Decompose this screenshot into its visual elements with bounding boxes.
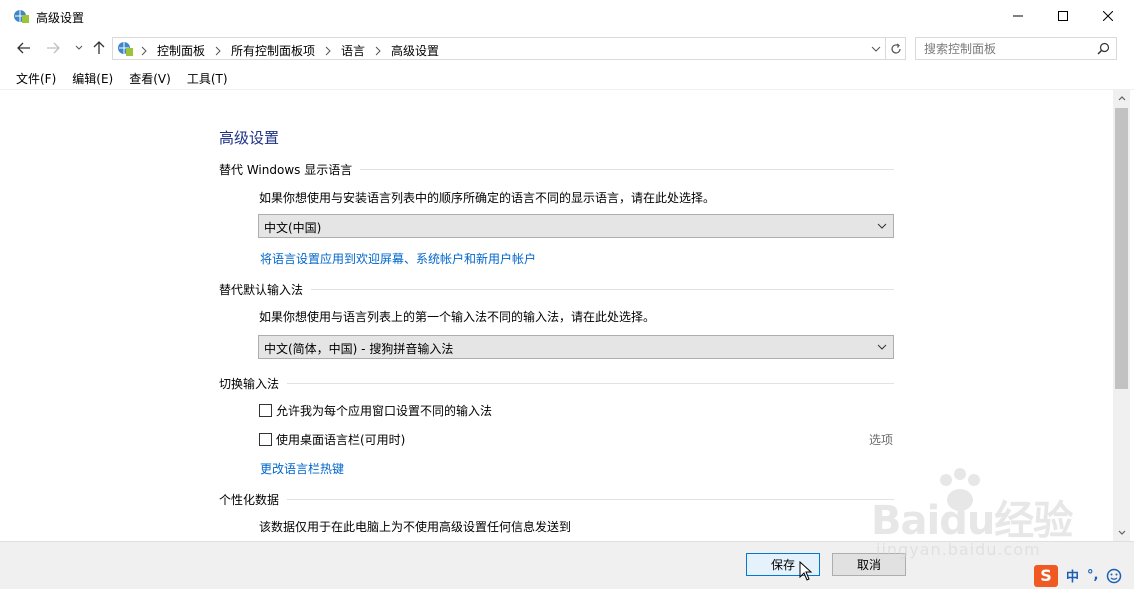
up-arrow-icon [93,41,105,54]
refresh-icon [890,43,901,54]
close-button[interactable] [1085,0,1131,32]
default-input-description: 如果你想使用与语言列表上的第一个输入法不同的输入法，请在此处选择。 [259,310,656,324]
search-icon[interactable] [1097,42,1110,55]
display-language-select[interactable]: 中文(中国) [258,214,894,238]
chevron-right-icon [215,46,221,55]
scroll-down-button[interactable] [1113,524,1130,541]
menu-tools[interactable]: 工具(T) [179,67,236,89]
menu-edit[interactable]: 编辑(E) [64,67,121,89]
up-button[interactable] [90,40,108,56]
close-icon [1103,11,1113,21]
refresh-button[interactable] [886,37,906,60]
vertical-scrollbar[interactable] [1113,90,1130,541]
menu-view[interactable]: 查看(V) [121,67,179,89]
section-heading: 替代默认输入法 [219,283,304,297]
per-app-input-checkbox[interactable] [259,404,272,417]
address-history-chevron-icon[interactable] [869,41,883,57]
apply-to-welcome-screen-link[interactable]: 将语言设置应用到欢迎屏幕、系统帐户和新用户帐户 [260,250,536,267]
ime-mode-indicator[interactable]: 中 [1066,566,1079,585]
section-heading: 个性化数据 [219,493,280,507]
breadcrumb-item-control-panel[interactable]: 控制面板 [157,42,205,59]
section-heading: 切换输入法 [219,377,280,391]
address-bar[interactable]: 控制面板 所有控制面板项 语言 高级设置 [112,37,886,60]
section-divider [311,289,894,290]
back-button[interactable] [15,40,33,56]
chevron-down-icon [877,344,887,350]
default-input-value: 中文(简体，中国) - 搜狗拼音输入法 [264,342,454,356]
breadcrumb: 控制面板 所有控制面板项 语言 高级设置 [141,42,439,59]
per-app-input-option[interactable]: 允许我为每个应用窗口设置不同的输入法 [259,402,492,419]
section-personal-data: 个性化数据 [219,491,894,508]
breadcrumb-item-language[interactable]: 语言 [341,42,365,59]
language-bar-options-link[interactable]: 选项 [869,431,893,448]
section-heading: 替代 Windows 显示语言 [219,163,353,177]
search-input[interactable] [924,41,1094,57]
control-panel-icon [118,42,133,56]
sogou-logo-icon[interactable]: S [1034,564,1058,587]
title-bar: 高级设置 [0,0,1134,32]
chevron-down-icon [877,223,887,229]
section-switch-input: 切换输入法 [219,375,894,392]
page-title: 高级设置 [219,129,280,147]
navigation-bar: 控制面板 所有控制面板项 语言 高级设置 [0,32,1134,64]
minimize-icon [1013,15,1023,17]
desktop-language-bar-label[interactable]: 使用桌面语言栏(可用时) [276,431,405,448]
mouse-cursor-icon [799,561,813,581]
control-panel-icon [14,10,29,23]
section-divider [360,169,894,170]
display-language-description: 如果你想使用与安装语言列表中的顺序所确定的语言不同的显示语言，请在此处选择。 [259,191,716,205]
settings-content: 高级设置 替代 Windows 显示语言 如果你想使用与安装语言列表中的顺序所确… [0,90,1113,541]
default-input-select[interactable]: 中文(简体，中国) - 搜狗拼音输入法 [258,335,894,359]
chevron-up-icon [1118,96,1125,101]
chevron-down-icon [75,45,83,50]
scroll-up-button[interactable] [1113,90,1130,107]
personal-data-description: 该数据仅用于在此电脑上为不使用高级设置任何信息发送到 [259,520,572,534]
section-divider [287,383,894,384]
minimize-button[interactable] [995,0,1041,32]
scroll-thumb[interactable] [1115,108,1128,389]
desktop-language-bar-option[interactable]: 使用桌面语言栏(可用时) [259,431,405,448]
cancel-button[interactable]: 取消 [832,553,906,576]
per-app-input-label[interactable]: 允许我为每个应用窗口设置不同的输入法 [276,402,492,419]
window-title: 高级设置 [36,11,85,25]
desktop-language-bar-checkbox[interactable] [259,433,272,446]
punctuation-mode-indicator[interactable]: °, [1087,568,1098,583]
section-display-language: 替代 Windows 显示语言 [219,161,894,178]
emoji-icon[interactable] [1106,568,1122,584]
breadcrumb-item-all-items[interactable]: 所有控制面板项 [231,42,315,59]
chevron-right-icon [375,46,381,55]
search-box[interactable] [915,37,1117,60]
menu-file[interactable]: 文件(F) [0,67,64,89]
back-arrow-icon [17,42,30,54]
section-divider [287,499,894,500]
change-hotkeys-link[interactable]: 更改语言栏热键 [260,460,344,477]
forward-button[interactable] [44,40,62,56]
ime-toolbar: S 中 °, [1034,562,1134,589]
menu-bar: 文件(F) 编辑(E) 查看(V) 工具(T) [0,67,1134,89]
chevron-right-icon [141,46,147,55]
chevron-right-icon [325,46,331,55]
dialog-footer: 保存 取消 [0,541,1134,589]
maximize-icon [1058,11,1068,21]
display-language-value: 中文(中国) [264,221,322,235]
forward-arrow-icon [47,42,60,54]
chevron-down-icon [1118,530,1125,535]
breadcrumb-item-advanced[interactable]: 高级设置 [391,42,439,59]
section-default-input: 替代默认输入法 [219,281,894,298]
recent-locations-button[interactable] [70,40,88,56]
maximize-button[interactable] [1040,0,1086,32]
